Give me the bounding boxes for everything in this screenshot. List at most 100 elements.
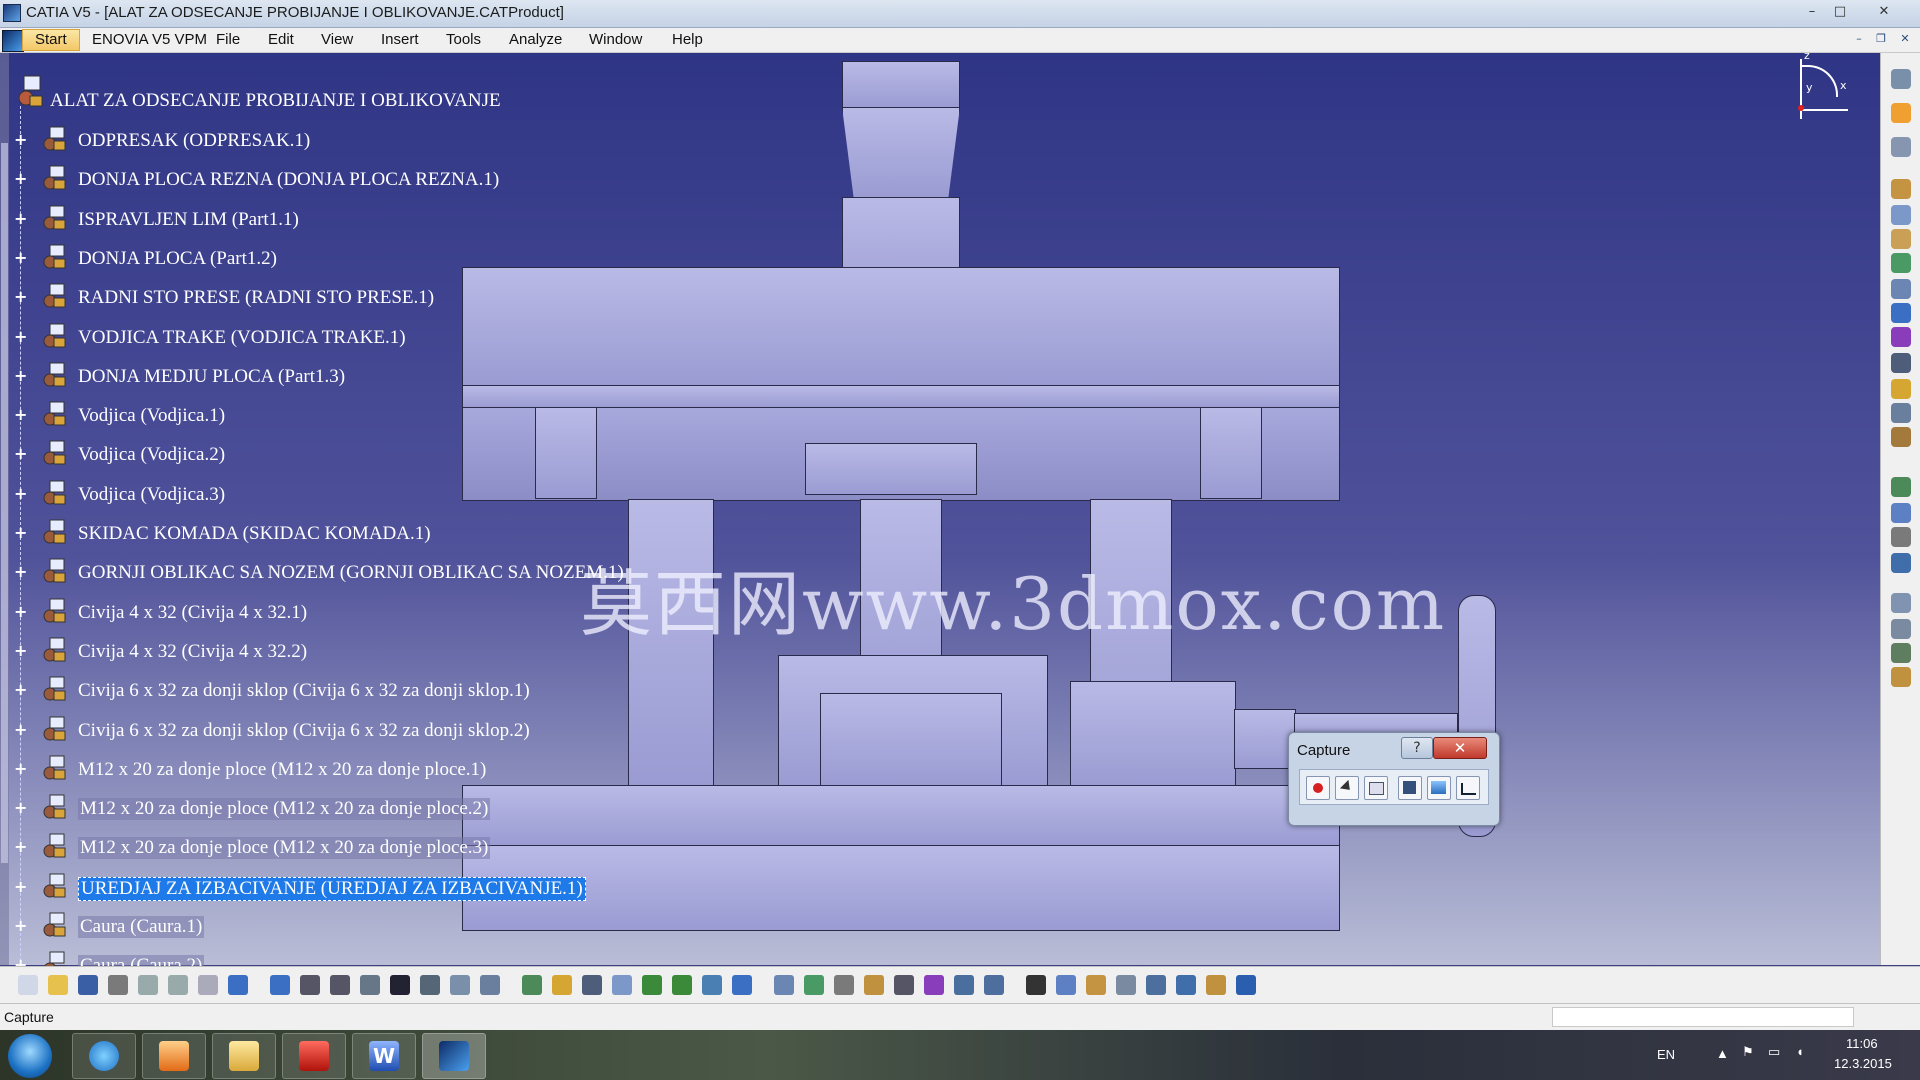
tray-expand-icon[interactable]: ▲ — [1716, 1046, 1729, 1061]
tree-item[interactable]: + Civija 4 x 32 (Civija 4 x 32.1) — [14, 598, 634, 628]
tree-scrollbar[interactable] — [0, 53, 9, 965]
whats-this-icon[interactable] — [300, 975, 320, 995]
menu-help[interactable]: Help — [672, 31, 703, 48]
tree-item[interactable]: + Civija 6 x 32 za donji sklop (Civija 6 … — [14, 716, 634, 746]
clash-icon[interactable] — [1891, 553, 1911, 573]
capture-icon[interactable] — [1026, 975, 1046, 995]
multi-instantiation-icon[interactable] — [1891, 403, 1911, 423]
constraint-offset-icon[interactable] — [1891, 643, 1911, 663]
expand-icon[interactable]: + — [14, 446, 28, 462]
tree-item[interactable]: + UREDJAJ ZA IZBACIVANJE (UREDJAJ ZA IZBA… — [14, 873, 634, 903]
expand-icon[interactable]: + — [14, 132, 28, 148]
update-icon[interactable] — [1176, 975, 1196, 995]
taskbar-acrobat-button[interactable] — [282, 1033, 346, 1079]
menu-file[interactable]: File — [216, 31, 240, 48]
expand-icon[interactable]: + — [14, 918, 28, 934]
iso-view-icon[interactable] — [732, 975, 752, 995]
expand-icon[interactable]: + — [14, 289, 28, 305]
expand-icon[interactable]: + — [14, 367, 28, 383]
multi-view-icon[interactable] — [774, 975, 794, 995]
expand-icon[interactable]: + — [14, 682, 28, 698]
sectioning-icon[interactable] — [984, 975, 1004, 995]
fix-component-icon[interactable] — [1891, 667, 1911, 687]
capture-image-icon[interactable] — [1427, 776, 1451, 800]
action-center-flag-icon[interactable]: ⚑ — [1742, 1044, 1754, 1060]
tree-item[interactable]: + SKIDAC KOMADA (SKIDAC KOMADA.1) — [14, 519, 634, 549]
expand-icon[interactable]: + — [14, 839, 28, 855]
catia-app-icon[interactable] — [3, 4, 21, 22]
expand-icon[interactable]: + — [14, 328, 28, 344]
new-component-icon[interactable] — [1891, 179, 1911, 199]
capture-chart-icon[interactable] — [1456, 776, 1480, 800]
swap-visible-icon[interactable] — [864, 975, 884, 995]
expand-icon[interactable]: + — [14, 249, 28, 265]
select-icon[interactable] — [1891, 103, 1911, 123]
windows-start-button[interactable] — [8, 1034, 52, 1078]
clock-time[interactable]: 11:06 — [1846, 1036, 1878, 1051]
compass-widget[interactable]: z x y — [1780, 53, 1860, 133]
taskbar-explorer-button[interactable] — [212, 1033, 276, 1079]
capture-close-button[interactable]: ✕ — [1433, 737, 1487, 759]
taskbar-media-button[interactable] — [142, 1033, 206, 1079]
tree-item[interactable]: + Vodjica (Vodjica.3) — [14, 480, 634, 510]
copy-icon[interactable] — [168, 975, 188, 995]
tree-item[interactable]: + Vodjica (Vodjica.1) — [14, 401, 634, 431]
volume-icon[interactable]: ◖ — [1796, 1044, 1804, 1059]
expand-icon[interactable]: + — [14, 642, 28, 658]
replace-component-icon[interactable] — [1891, 279, 1911, 299]
clash-icon[interactable] — [1086, 975, 1106, 995]
tree-item[interactable]: + M12 x 20 za donje ploce (M12 x 20 za do… — [14, 833, 634, 863]
generate-numbering-icon[interactable] — [1891, 327, 1911, 347]
taskbar-word-button[interactable]: W — [352, 1033, 416, 1079]
manage-representations-icon[interactable] — [1891, 379, 1911, 399]
distance-icon[interactable] — [1146, 975, 1166, 995]
lock-icon[interactable] — [1206, 975, 1226, 995]
zoom-out-icon[interactable] — [672, 975, 692, 995]
tree-root-node[interactable]: ALAT ZA ODSECANJE PROBIJANJE I OBLIKOVAN… — [16, 74, 501, 114]
clock-date[interactable]: 12.3.2015 — [1834, 1056, 1892, 1071]
tree-item[interactable]: + RADNI STO PRESE (RADNI STO PRESE.1) — [14, 283, 634, 313]
hide-show-icon[interactable] — [834, 975, 854, 995]
manipulate-icon[interactable] — [1116, 975, 1136, 995]
expand-icon[interactable]: + — [14, 760, 28, 776]
fit-all-icon[interactable] — [552, 975, 572, 995]
tree-item[interactable]: + M12 x 20 za donje ploce (M12 x 20 za do… — [14, 755, 634, 785]
cut-icon[interactable] — [138, 975, 158, 995]
taskbar-ie-button[interactable] — [72, 1033, 136, 1079]
fast-multi-instantiation-icon[interactable] — [1891, 427, 1911, 447]
new-part-icon[interactable] — [1891, 229, 1911, 249]
undo-icon[interactable] — [228, 975, 248, 995]
tree-item[interactable]: + Civija 6 x 32 za donji sklop (Civija 6 … — [14, 676, 634, 706]
normal-view-icon[interactable] — [702, 975, 722, 995]
doc-minimize-button[interactable]: – — [1850, 30, 1868, 48]
table-icon[interactable] — [390, 975, 410, 995]
minimize-button[interactable]: – — [1798, 2, 1826, 22]
menu-analyze[interactable]: Analyze — [509, 31, 562, 48]
zoom-in-icon[interactable] — [642, 975, 662, 995]
expand-icon[interactable]: + — [14, 603, 28, 619]
new-file-icon[interactable] — [18, 975, 38, 995]
manipulation-icon[interactable] — [1891, 477, 1911, 497]
catia-logo-icon[interactable] — [1236, 975, 1256, 995]
expand-icon[interactable]: + — [14, 564, 28, 580]
select-mode-icon[interactable] — [1335, 776, 1359, 800]
graph-icon[interactable] — [420, 975, 440, 995]
expand-icon[interactable]: + — [14, 721, 28, 737]
capture-help-button[interactable]: ? — [1401, 737, 1433, 759]
expand-icon[interactable]: + — [14, 171, 28, 187]
maximize-button[interactable]: □ — [1826, 2, 1854, 22]
menu-window[interactable]: Window — [589, 31, 642, 48]
tree-item[interactable]: + M12 x 20 za donje ploce (M12 x 20 za do… — [14, 794, 634, 824]
selective-load-icon[interactable] — [1891, 353, 1911, 373]
expand-icon[interactable]: + — [14, 800, 28, 816]
expand-icon[interactable]: + — [14, 485, 28, 501]
fly-mode-icon[interactable] — [522, 975, 542, 995]
constraint-contact-icon[interactable] — [1891, 619, 1911, 639]
rotate-icon[interactable] — [612, 975, 632, 995]
close-window-button[interactable]: ✕ — [1856, 2, 1912, 22]
redo-icon[interactable] — [270, 975, 290, 995]
measure-icon[interactable] — [894, 975, 914, 995]
menu-insert[interactable]: Insert — [381, 31, 419, 48]
tree-item[interactable]: + Civija 4 x 32 (Civija 4 x 32.2) — [14, 637, 634, 667]
tree-item[interactable]: + Vodjica (Vodjica.2) — [14, 440, 634, 470]
